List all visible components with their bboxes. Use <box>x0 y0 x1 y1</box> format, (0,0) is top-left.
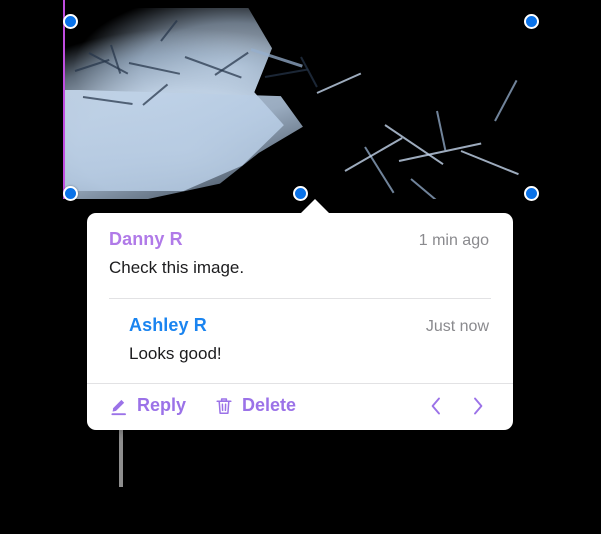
popover-pointer <box>300 199 330 214</box>
resize-handle-bottom-left[interactable] <box>63 186 78 201</box>
comment-header: Ashley R Just now <box>129 315 491 336</box>
chevron-right-icon <box>469 395 487 417</box>
comment-text: Looks good! <box>129 344 222 364</box>
comment-item: Ashley R Just now Looks good! <box>87 299 513 372</box>
comment-header: Danny R 1 min ago <box>109 229 491 250</box>
resize-handle-bottom-center[interactable] <box>293 186 308 201</box>
pencil-icon <box>109 396 129 416</box>
trash-icon <box>214 396 234 416</box>
chevron-left-icon <box>427 395 445 417</box>
selected-image[interactable] <box>63 0 542 199</box>
resize-handle-bottom-right[interactable] <box>524 186 539 201</box>
comment-item: Danny R 1 min ago Check this image. <box>87 213 513 286</box>
previous-comment-button[interactable] <box>423 393 449 419</box>
delete-label: Delete <box>242 395 297 415</box>
comment-popover: Danny R 1 min ago Check this image. Ashl… <box>87 199 513 430</box>
reply-label: Reply <box>137 395 187 415</box>
resize-handle-top-left[interactable] <box>63 14 78 29</box>
comment-actions-bar: Reply Delete <box>87 384 513 430</box>
comment-timestamp: Just now <box>425 318 489 336</box>
reply-button[interactable]: Reply <box>109 395 186 416</box>
next-comment-button[interactable] <box>465 393 491 419</box>
delete-button[interactable]: Delete <box>214 395 296 416</box>
comment-timestamp: 1 min ago <box>418 232 489 249</box>
comment-text: Check this image. <box>109 258 245 277</box>
comment-author: Ashley R <box>129 315 207 336</box>
resize-handle-top-right[interactable] <box>524 14 539 29</box>
comment-author: Danny R <box>109 229 183 249</box>
